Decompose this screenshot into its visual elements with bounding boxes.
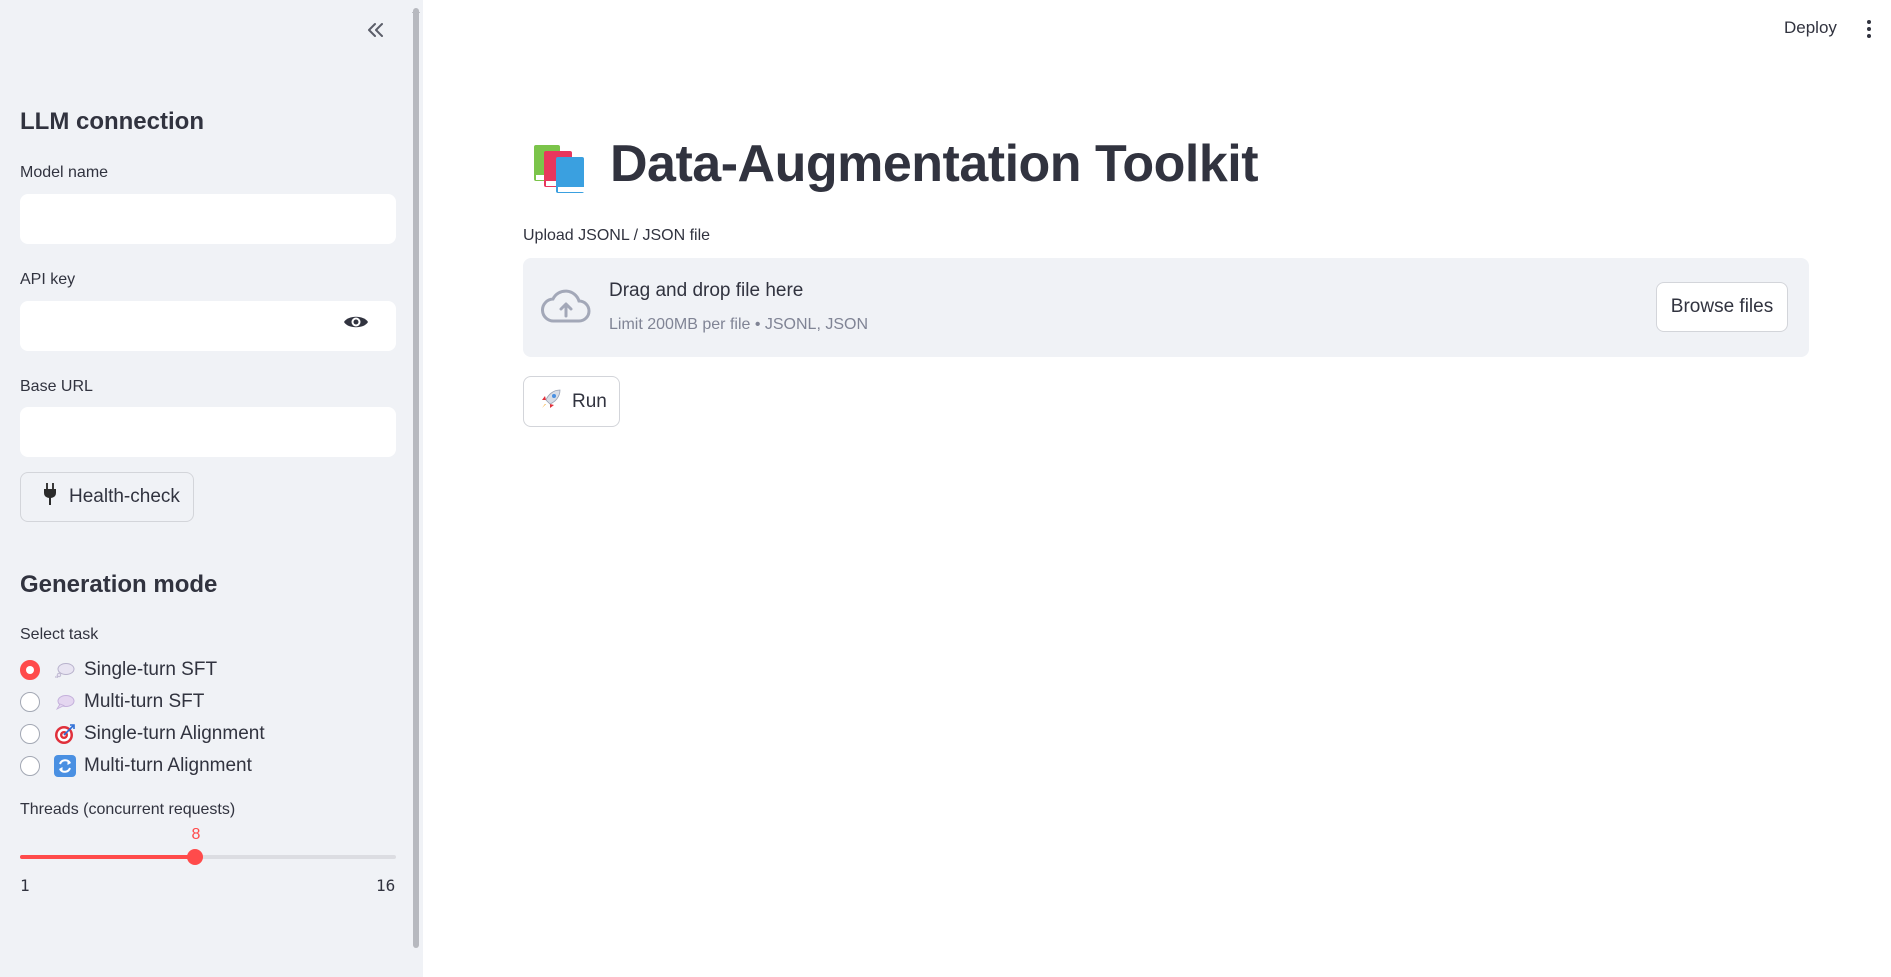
health-check-button[interactable]: Health-check: [20, 472, 194, 522]
deploy-button[interactable]: Deploy: [1784, 18, 1837, 38]
threads-slider-value: 8: [191, 826, 201, 843]
speech-bubble-icon: [54, 691, 76, 713]
file-dropzone[interactable]: Drag and drop file here Limit 200MB per …: [523, 258, 1809, 357]
threads-slider-max: 16: [376, 876, 396, 895]
eye-icon[interactable]: [342, 311, 370, 333]
task-label: Multi-turn SFT: [84, 691, 205, 712]
threads-label: Threads (concurrent requests): [20, 801, 236, 818]
health-check-label: Health-check: [69, 486, 180, 507]
model-name-label: Model name: [20, 164, 109, 181]
task-option-multi-turn-alignment[interactable]: Multi-turn Alignment: [20, 752, 252, 780]
cloud-upload-icon: [541, 288, 591, 324]
model-name-input[interactable]: [20, 194, 396, 244]
browse-files-button[interactable]: Browse files: [1656, 282, 1788, 332]
kebab-menu-icon[interactable]: [1862, 16, 1876, 42]
dropzone-subtitle: Limit 200MB per file • JSONL, JSON: [609, 316, 869, 333]
page-title-text: Data-Augmentation Toolkit: [610, 135, 1259, 193]
task-label: Single-turn SFT: [84, 659, 218, 680]
upload-label: Upload JSONL / JSON file: [523, 227, 711, 244]
sidebar-scrollbar[interactable]: [413, 8, 419, 948]
plug-icon: [43, 483, 57, 511]
threads-slider-fill: [20, 855, 196, 859]
run-button[interactable]: Run: [523, 376, 620, 427]
radio-unselected[interactable]: [20, 756, 40, 776]
task-label: Multi-turn Alignment: [84, 755, 252, 776]
run-label: Run: [572, 390, 607, 412]
double-chevron-left-icon[interactable]: [362, 16, 390, 44]
page-title: Data-Augmentation Toolkit: [532, 134, 1259, 194]
task-option-single-turn-alignment[interactable]: Single-turn Alignment: [20, 720, 265, 748]
task-option-multi-turn-sft[interactable]: Multi-turn SFT: [20, 688, 204, 716]
task-label: Single-turn Alignment: [84, 723, 265, 744]
books-icon: [532, 135, 590, 193]
sidebar: LLM connection Model name API key Base U…: [0, 0, 423, 977]
llm-connection-heading: LLM connection: [20, 108, 204, 135]
radio-unselected[interactable]: [20, 724, 40, 744]
api-key-input[interactable]: [20, 301, 396, 351]
rocket-icon: [540, 388, 562, 416]
base-url-label: Base URL: [20, 378, 93, 395]
thought-bubble-icon: [54, 659, 76, 681]
dropzone-title: Drag and drop file here: [609, 280, 804, 301]
threads-slider[interactable]: [20, 849, 396, 865]
scrollbar-up-arrow[interactable]: [412, 0, 420, 13]
api-key-label: API key: [20, 271, 76, 288]
threads-slider-thumb[interactable]: [187, 849, 204, 865]
cycle-arrows-icon: [54, 755, 76, 777]
radio-unselected[interactable]: [20, 692, 40, 712]
generation-mode-heading: Generation mode: [20, 571, 218, 598]
select-task-label: Select task: [20, 626, 99, 643]
task-option-single-turn-sft[interactable]: Single-turn SFT: [20, 656, 217, 684]
radio-selected[interactable]: [20, 660, 40, 680]
threads-slider-min: 1: [20, 876, 30, 895]
target-icon: [54, 723, 76, 745]
base-url-input[interactable]: [20, 407, 396, 457]
